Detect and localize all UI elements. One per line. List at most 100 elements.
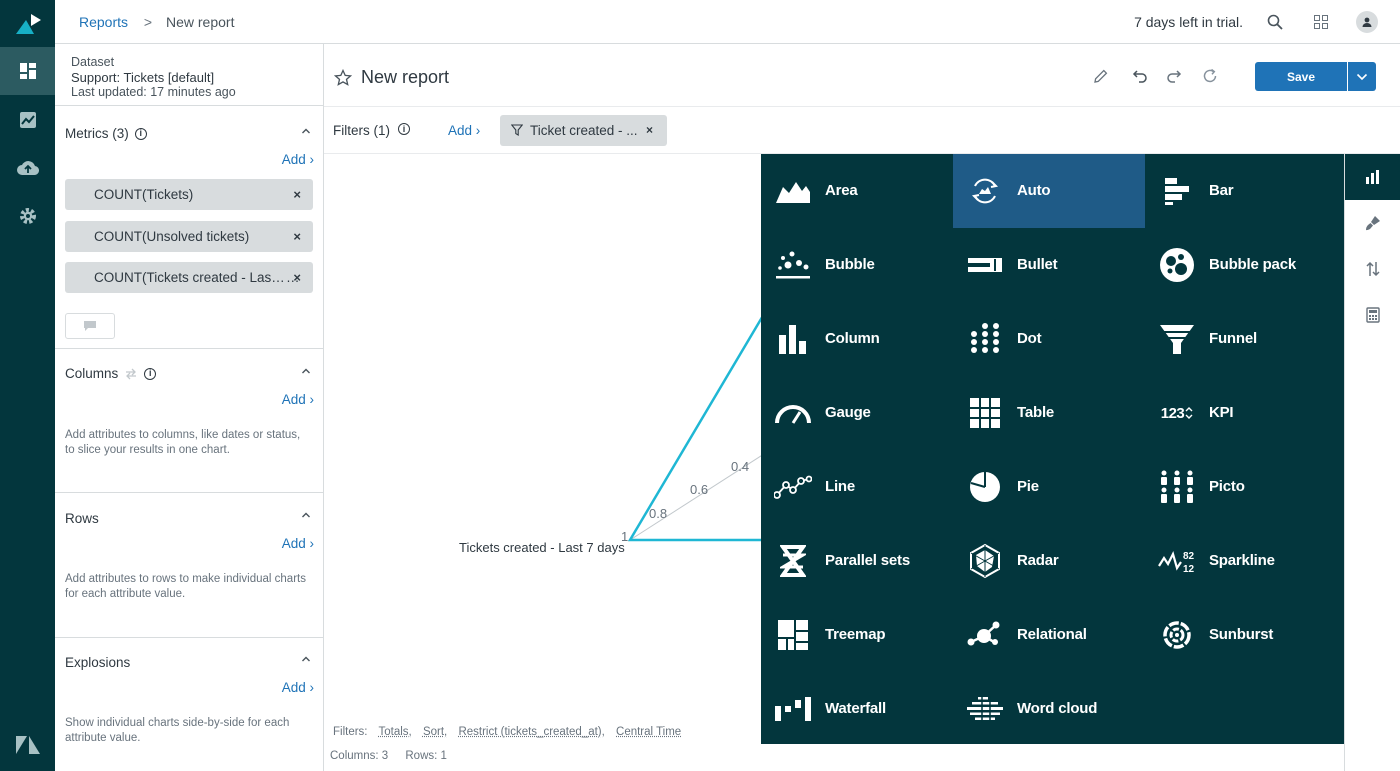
dataset-info[interactable]: Dataset Support: Tickets [default] Last … xyxy=(71,55,236,100)
chart-type-bubble[interactable]: Bubble xyxy=(761,228,953,302)
sort-arrows-icon xyxy=(1365,261,1381,277)
swap-columns-rows-icon[interactable] xyxy=(124,368,138,380)
search-icon[interactable] xyxy=(1264,11,1286,33)
bubble-chart-icon xyxy=(773,247,813,283)
chart-type-label: Relational xyxy=(1017,626,1087,643)
save-button[interactable]: Save xyxy=(1255,62,1347,91)
chart-type-treemap[interactable]: Treemap xyxy=(761,598,953,672)
chart-type-gauge[interactable]: Gauge xyxy=(761,376,953,450)
product-tray-icon[interactable] xyxy=(1310,11,1332,33)
edit-pencil-icon[interactable] xyxy=(1091,66,1111,86)
remove-metric-icon[interactable]: × xyxy=(293,221,301,252)
metric-chip[interactable]: COUNT(Tickets created - Last 7 days) × xyxy=(65,262,313,293)
chart-type-bubble-pack[interactable]: Bubble pack xyxy=(1145,228,1337,302)
gauge-chart-icon xyxy=(773,395,813,431)
metrics-title: Metrics (3) xyxy=(65,126,129,141)
redo-icon[interactable] xyxy=(1164,66,1184,86)
radar-chart xyxy=(324,154,764,744)
footer-rows-count: Rows: 1 xyxy=(405,750,447,762)
columns-add-link[interactable]: Add › xyxy=(282,392,314,407)
explore-logo-icon[interactable] xyxy=(14,12,42,36)
dashboard-nav-icon[interactable] xyxy=(0,47,55,95)
columns-info-icon[interactable]: i xyxy=(144,368,156,380)
save-options-button[interactable] xyxy=(1348,62,1376,91)
footer-sort-link[interactable]: Sort, xyxy=(423,726,447,738)
columns-help-text: Add attributes to columns, like dates or… xyxy=(65,428,310,458)
visualization-type-tab[interactable] xyxy=(1345,154,1400,200)
rows-collapse-icon[interactable] xyxy=(301,510,311,520)
dataset-updated: Last updated: 17 minutes ago xyxy=(71,85,236,100)
chart-configuration-tab[interactable] xyxy=(1345,200,1400,246)
chart-type-relational[interactable]: Relational xyxy=(953,598,1145,672)
rows-help-text: Add attributes to rows to make individua… xyxy=(65,572,310,602)
zendesk-logo-icon[interactable] xyxy=(14,734,42,756)
datasets-cloud-icon[interactable] xyxy=(0,144,55,192)
chart-type-area[interactable]: Area xyxy=(761,154,953,228)
metrics-add-link[interactable]: Add › xyxy=(282,152,314,167)
filters-info-icon[interactable]: i xyxy=(398,123,410,135)
chart-type-parallel-sets[interactable]: Parallel sets xyxy=(761,524,953,598)
remove-filter-icon[interactable]: × xyxy=(646,115,653,146)
user-avatar[interactable] xyxy=(1356,11,1378,33)
chart-type-label: Area xyxy=(825,182,858,199)
footer-timezone-link[interactable]: Central Time xyxy=(616,726,681,738)
chart-type-label: Pie xyxy=(1017,478,1039,495)
chart-type-radar[interactable]: Radar xyxy=(953,524,1145,598)
explosions-collapse-icon[interactable] xyxy=(301,654,311,664)
chart-type-label: Dot xyxy=(1017,330,1041,347)
footer-columns-count: Columns: 3 xyxy=(330,750,388,762)
kpi-glyph: 123 xyxy=(1161,405,1185,422)
report-title[interactable]: New report xyxy=(361,67,449,88)
picto-chart-icon xyxy=(1157,469,1197,505)
chart-type-line[interactable]: Line xyxy=(761,450,953,524)
columns-title: Columns xyxy=(65,366,118,381)
trial-status[interactable]: 7 days left in trial. xyxy=(1134,14,1243,30)
chart-type-pie[interactable]: Pie xyxy=(953,450,1145,524)
footer-restrict-link[interactable]: Restrict (tickets_created_at), xyxy=(458,726,604,738)
rows-add-link[interactable]: Add › xyxy=(282,536,314,551)
chevron-down-icon xyxy=(1356,73,1368,81)
remove-metric-icon[interactable]: × xyxy=(293,262,301,293)
calculations-tab[interactable] xyxy=(1345,292,1400,338)
explosions-title: Explosions xyxy=(65,655,130,670)
columns-collapse-icon[interactable] xyxy=(301,366,311,376)
explosions-add-link[interactable]: Add › xyxy=(282,680,314,695)
rows-title: Rows xyxy=(65,511,99,526)
report-config-sidebar xyxy=(1344,154,1400,771)
chart-type-sunburst[interactable]: Sunburst xyxy=(1145,598,1337,672)
refresh-icon[interactable] xyxy=(1200,66,1220,86)
word-cloud-icon xyxy=(965,691,1005,727)
chart-type-bullet[interactable]: Bullet xyxy=(953,228,1145,302)
chart-type-bar[interactable]: Bar xyxy=(1145,154,1337,228)
report-header: New report Save xyxy=(324,44,1400,107)
sort-tab[interactable] xyxy=(1345,246,1400,292)
metrics-collapse-icon[interactable] xyxy=(301,126,311,136)
metric-chip[interactable]: COUNT(Unsolved tickets) × xyxy=(65,221,313,252)
chart-type-label: Sunburst xyxy=(1209,626,1273,643)
filter-chip[interactable]: Ticket created - ... × xyxy=(500,115,667,146)
remove-metric-icon[interactable]: × xyxy=(293,179,301,210)
chart-type-funnel[interactable]: Funnel xyxy=(1145,302,1337,376)
undo-icon[interactable] xyxy=(1130,66,1150,86)
chart-type-column[interactable]: Column xyxy=(761,302,953,376)
reports-nav-icon[interactable] xyxy=(0,96,55,144)
chart-type-label: Parallel sets xyxy=(825,552,910,569)
chart-type-sparkline[interactable]: 82 12 Sparkline xyxy=(1145,524,1337,598)
filters-add-link[interactable]: Add › xyxy=(448,123,480,138)
add-comment-button[interactable] xyxy=(65,313,115,339)
chart-type-word-cloud[interactable]: Word cloud xyxy=(953,672,1145,746)
chart-type-waterfall[interactable]: Waterfall xyxy=(761,672,953,746)
footer-filters-label: Filters: xyxy=(333,726,368,738)
chart-type-table[interactable]: Table xyxy=(953,376,1145,450)
chart-type-picto[interactable]: Picto xyxy=(1145,450,1337,524)
metrics-info-icon[interactable]: i xyxy=(135,128,147,140)
favorite-star-icon[interactable] xyxy=(334,69,352,87)
footer-totals-link[interactable]: Totals, xyxy=(379,726,412,738)
chart-type-auto[interactable]: Auto xyxy=(953,154,1145,228)
chart-type-dot[interactable]: Dot xyxy=(953,302,1145,376)
metric-chip[interactable]: COUNT(Tickets) × xyxy=(65,179,313,210)
breadcrumb-reports-link[interactable]: Reports xyxy=(79,14,128,30)
settings-gear-icon[interactable] xyxy=(0,192,55,240)
axis-tick-label: 0.6 xyxy=(690,482,708,497)
chart-type-kpi[interactable]: 123 KPI xyxy=(1145,376,1337,450)
